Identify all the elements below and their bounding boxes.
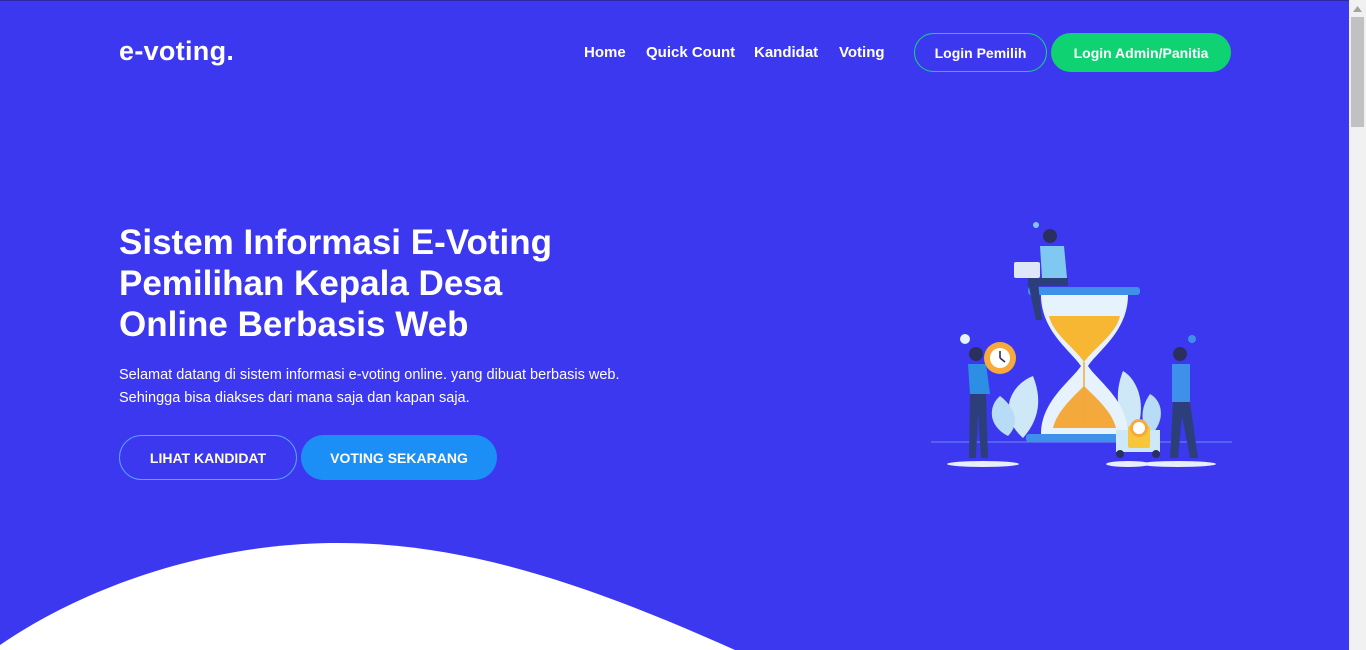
hero-title-line: Pemilihan Kepala Desa	[119, 264, 503, 303]
scroll-up-arrow-icon[interactable]	[1349, 0, 1366, 17]
nav-quick-count-link[interactable]: Quick Count	[646, 44, 735, 61]
view-candidates-button[interactable]: LIHAT KANDIDAT	[119, 435, 297, 480]
hero-title-line: Online Berbasis Web	[119, 305, 469, 344]
nav-home-link[interactable]: Home	[584, 44, 626, 61]
hero-subtitle-line: Sehingga bisa diakses dari mana saja dan…	[119, 390, 470, 406]
nav-voting-link[interactable]: Voting	[839, 44, 885, 61]
hero-title-line: Sistem Informasi E-Voting	[119, 223, 553, 262]
site-logo[interactable]: e-voting.	[119, 36, 234, 67]
hero-title: Sistem Informasi E-Voting Pemilihan Kepa…	[119, 222, 679, 345]
login-admin-button[interactable]: Login Admin/Panitia	[1051, 33, 1231, 72]
hourglass-people-illustration	[931, 222, 1232, 467]
hero-subtitle-line: Selamat datang di sistem informasi e-vot…	[119, 367, 620, 383]
login-voter-button[interactable]: Login Pemilih	[914, 33, 1047, 72]
hero-subtitle: Selamat datang di sistem informasi e-vot…	[119, 364, 719, 410]
nav-kandidat-link[interactable]: Kandidat	[754, 44, 818, 61]
page: e-voting. Home Quick Count Kandidat Voti…	[0, 0, 1366, 650]
scrollbar-thumb[interactable]	[1351, 17, 1364, 127]
top-navbar: e-voting. Home Quick Count Kandidat Voti…	[0, 0, 1349, 100]
vote-now-button[interactable]: VOTING SEKARANG	[301, 435, 497, 480]
hero-section: e-voting. Home Quick Count Kandidat Voti…	[0, 0, 1349, 650]
